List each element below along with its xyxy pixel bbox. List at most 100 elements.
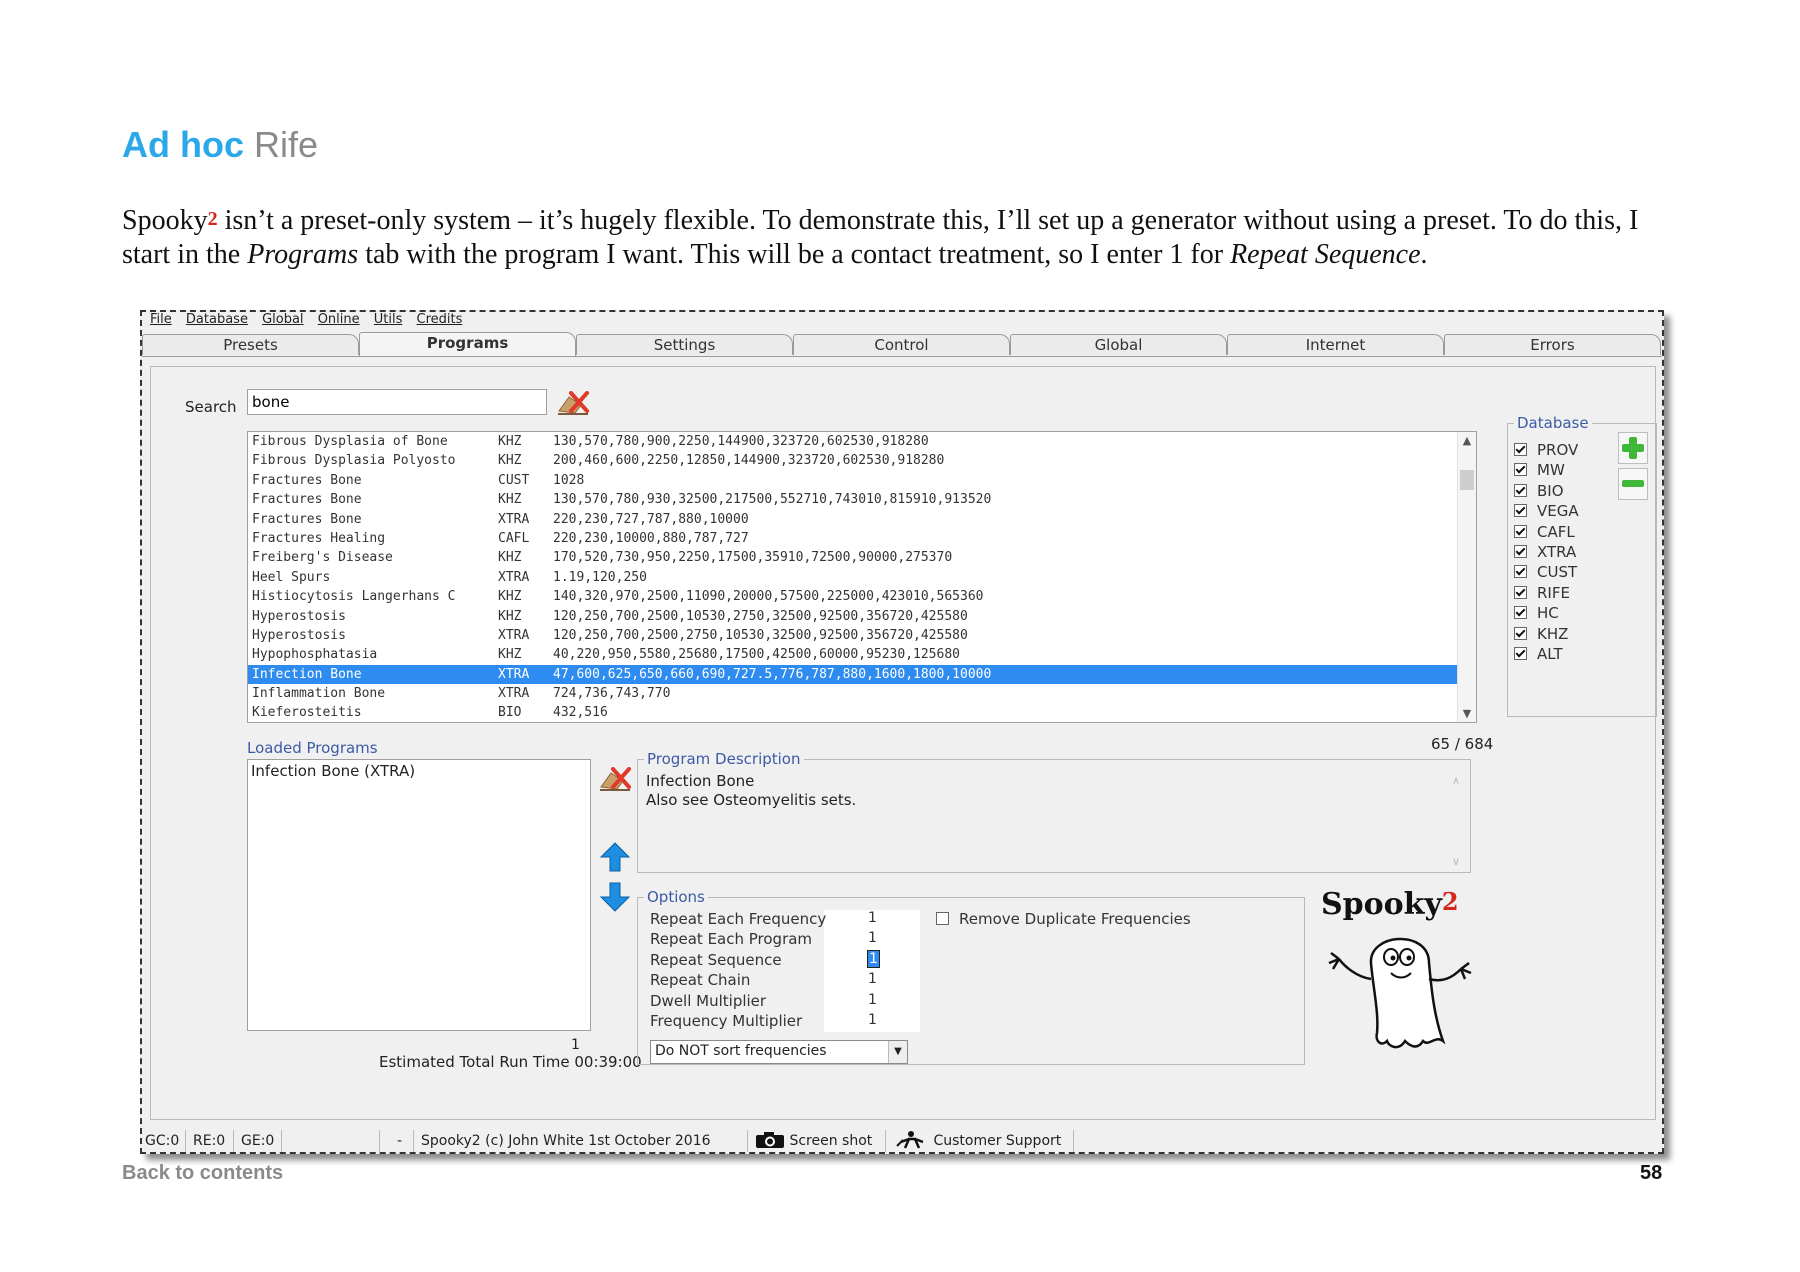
program-row[interactable]: Fractures Bone KHZ 130,570,780,930,32500,2… [248, 490, 1476, 509]
menu-credits[interactable]: Credits [417, 312, 463, 327]
tab-global[interactable]: Global [1010, 334, 1227, 355]
checkbox-icon[interactable] [1514, 606, 1527, 620]
program-name: Fractures Bone [252, 511, 362, 527]
program-frequencies: 170,520,730,950,2250,17500,35910,72500,9… [553, 550, 953, 566]
program-row[interactable]: Fibrous Dysplasia of Bone KHZ 130,570,780,… [248, 432, 1476, 451]
menu-database[interactable]: Database [186, 312, 248, 327]
program-row[interactable]: Infection Bone XTRA 47,600,625,650,660,690… [248, 664, 1476, 685]
move-down-icon[interactable] [599, 881, 631, 913]
add-database-button[interactable] [1618, 432, 1648, 464]
move-up-icon[interactable] [599, 841, 631, 873]
database-checkbox-vega[interactable]: VEGA [1514, 501, 1579, 521]
remove-duplicates-check-box[interactable] [936, 912, 949, 925]
tab-control[interactable]: Control [793, 334, 1010, 355]
checkbox-icon[interactable] [1514, 647, 1527, 660]
program-database: BIO [498, 705, 522, 721]
database-checkbox-bio[interactable]: BIO [1514, 481, 1564, 501]
program-name: Fractures Healing [252, 530, 386, 546]
loaded-program-item[interactable]: Infection Bone (XTRA) [251, 762, 587, 780]
option-label: Repeat Sequence [650, 950, 782, 969]
database-label: CUST [1537, 563, 1578, 582]
option-value-field[interactable]: 1 [868, 971, 877, 987]
program-row[interactable]: Histiocytosis Langerhans C KHZ 140,320,970… [248, 587, 1476, 606]
option-value-field[interactable]: 1 [868, 910, 877, 926]
program-row[interactable]: Hypophosphatasia KHZ 40,220,950,5580,25680… [248, 645, 1476, 664]
program-list-scrollbar[interactable]: ▲ ▼ [1457, 432, 1476, 722]
sort-frequencies-select[interactable]: Do NOT sort frequencies ▼ [650, 1040, 908, 1064]
scroll-up-icon[interactable]: ▲ [1458, 434, 1476, 447]
checkbox-icon[interactable] [1514, 504, 1527, 518]
database-checkbox-alt[interactable]: ALT [1514, 644, 1563, 664]
database-checkbox-cafl[interactable]: CAFL [1514, 522, 1575, 542]
database-checkbox-khz[interactable]: KHZ [1514, 624, 1568, 644]
description-scroll-down-icon[interactable]: ∨ [1452, 855, 1460, 868]
option-value-field[interactable]: 1 [868, 930, 877, 946]
checkbox-icon[interactable] [1514, 585, 1527, 599]
program-name: Histiocytosis Langerhans C [252, 589, 456, 605]
database-checkbox-xtra[interactable]: XTRA [1514, 542, 1576, 562]
program-frequencies: 140,320,970,2500,11090,20000,57500,22500… [553, 589, 984, 605]
program-row[interactable]: Kieferosteitis BIO 432,516 [248, 703, 1476, 722]
checkbox-icon[interactable] [1514, 443, 1527, 456]
tab-bar: Presets Programs Settings Control Global… [142, 332, 1662, 357]
program-row[interactable]: Freiberg's Disease KHZ 170,520,730,950,225… [248, 548, 1476, 567]
database-checkbox-cust[interactable]: CUST [1514, 562, 1577, 582]
database-checkbox-hc[interactable]: HC [1514, 603, 1559, 623]
program-list[interactable]: Fibrous Dysplasia of Bone KHZ 130,570,780,… [247, 431, 1477, 723]
database-checkbox-prov[interactable]: PROV [1514, 440, 1578, 460]
program-name: Heel Spurs [252, 569, 331, 585]
scroll-down-icon[interactable]: ▼ [1458, 707, 1476, 720]
screenshot-button[interactable]: Screen shot [752, 1130, 886, 1152]
database-label: RIFE [1537, 583, 1570, 602]
program-database: XTRA [498, 666, 530, 682]
menu-online[interactable]: Online [318, 312, 360, 327]
support-icon [896, 1131, 924, 1149]
back-to-contents-link[interactable]: Back to contents [122, 1162, 283, 1185]
remove-duplicates-checkbox[interactable]: Remove Duplicate Frequencies [936, 910, 1191, 928]
program-row[interactable]: Hyperostosis KHZ 120,250,700,2500,10530,27… [248, 607, 1476, 626]
tab-presets[interactable]: Presets [142, 334, 359, 355]
tab-settings[interactable]: Settings [576, 334, 793, 355]
program-row[interactable]: Hyperostosis XTRA 120,250,700,2500,2750,10… [248, 626, 1476, 645]
checkbox-icon[interactable] [1514, 463, 1527, 477]
chevron-down-icon[interactable]: ▼ [888, 1041, 907, 1063]
checkbox-icon[interactable] [1514, 626, 1527, 640]
tab-internet[interactable]: Internet [1227, 334, 1444, 355]
database-label: HC [1537, 604, 1559, 623]
program-database: KHZ [498, 492, 522, 508]
checkbox-icon[interactable] [1514, 565, 1527, 579]
program-row[interactable]: Fibrous Dysplasia Polyosto KHZ 200,460,600… [248, 451, 1476, 470]
program-row[interactable]: Fractures Healing CAFL 220,230,10000,880,7… [248, 529, 1476, 548]
clear-search-icon[interactable] [555, 385, 591, 417]
checkbox-icon[interactable] [1514, 545, 1527, 558]
remove-database-button[interactable] [1618, 468, 1648, 500]
option-value-field[interactable]: 1 [868, 1012, 877, 1028]
description-scroll-up-icon[interactable]: ∧ [1452, 774, 1460, 787]
database-checkbox-mw[interactable]: MW [1514, 460, 1565, 480]
menu-global[interactable]: Global [262, 312, 303, 327]
database-label: MW [1537, 461, 1565, 480]
tab-programs[interactable]: Programs [359, 332, 576, 356]
menu-file[interactable]: File [150, 312, 172, 327]
status-bar: GC:0 RE:0 GE:0 - Spooky2 (c) John White … [142, 1130, 1662, 1152]
loaded-programs-list[interactable]: Infection Bone (XTRA) [247, 759, 591, 1031]
tab-errors[interactable]: Errors [1444, 334, 1661, 355]
scroll-thumb[interactable] [1460, 470, 1474, 490]
checkbox-icon[interactable] [1514, 483, 1527, 497]
program-row[interactable]: Inflammation Bone XTRA 724,736,743,770 [248, 684, 1476, 703]
program-row[interactable]: Fractures Bone CUST 1028 [248, 471, 1476, 490]
program-row[interactable]: Heel Spurs XTRA 1.19,120,250 [248, 568, 1476, 587]
option-value-field[interactable]: 1 [868, 992, 877, 1008]
search-input[interactable] [247, 389, 547, 415]
customer-support-button[interactable]: Customer Support [890, 1130, 1074, 1152]
checkbox-icon[interactable] [1514, 524, 1527, 538]
program-frequencies: 120,250,700,2500,10530,2750,32500,92500,… [553, 608, 968, 624]
database-checkbox-rife[interactable]: RIFE [1514, 583, 1570, 603]
option-value-field[interactable]: 1 [867, 949, 880, 968]
program-row[interactable]: Fractures Bone XTRA 220,230,727,787,880,10… [248, 510, 1476, 529]
menu-utils[interactable]: Utils [374, 312, 403, 327]
clear-loaded-icon[interactable] [597, 761, 633, 793]
program-database: KHZ [498, 550, 522, 566]
program-description-group: Program Description Infection Bone Also … [637, 750, 1471, 873]
page-title-rest: Rife [244, 124, 319, 165]
